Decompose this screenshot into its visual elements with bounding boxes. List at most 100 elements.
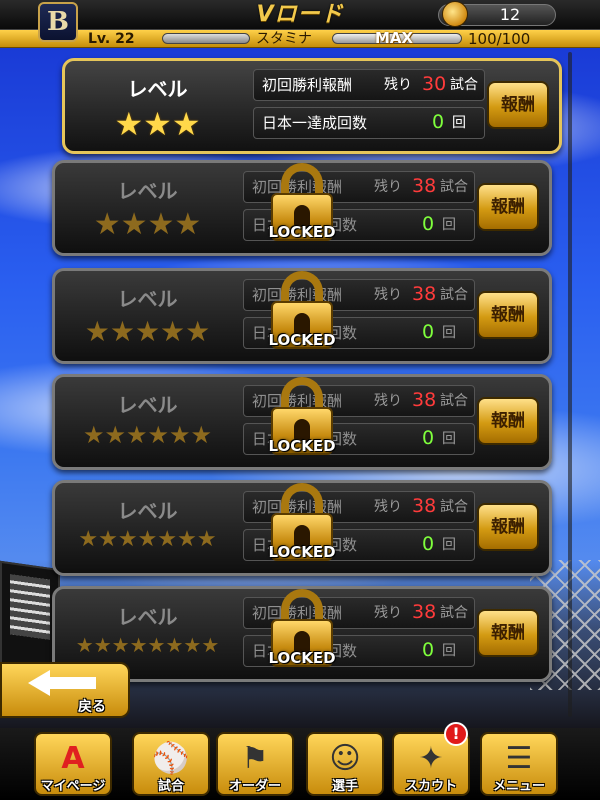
star-icon: ★ [147,633,166,657]
star-icon: ★ [120,207,148,242]
count-unit: 回 [442,431,456,447]
star-rating: ★★★ [65,105,250,143]
star-icon: ★ [125,421,148,449]
star-icon: ★ [93,633,112,657]
locked-label: LOCKED [268,223,336,241]
stamina-max-label: MAX [375,29,414,47]
padlock-icon: LOCKED [267,589,337,685]
star-icon: ★ [165,633,184,657]
padlock-icon: LOCKED [267,483,337,579]
star-icon: ★ [196,527,217,552]
games-unit: 試合 [450,77,478,93]
star-icon: ★ [137,527,158,552]
nav-item[interactable]: ⚑ オーダー [216,732,294,796]
remaining-label: 残り [384,77,412,93]
count-unit: 回 [442,537,456,553]
locked-label: LOCKED [268,331,336,349]
games-unit: 試合 [440,499,468,515]
stamina-value: 100/100 [468,30,531,48]
player-level: Lv. 22 [88,31,135,47]
star-icon: ★ [84,315,110,348]
level-label: レベル [117,393,178,417]
remaining-games: 38 [412,283,437,305]
nav-item[interactable]: ⚾ 試合 [132,732,210,796]
nav-label: マイページ [40,779,106,794]
nav-label: オーダー [228,779,281,794]
games-unit: 試合 [440,605,468,621]
star-icon: ★ [111,633,130,657]
level-label: レベル [127,77,188,101]
count-unit: 回 [442,217,456,233]
star-icon: ★ [114,105,144,143]
star-icon: ★ [190,421,213,449]
star-icon: ★ [129,633,148,657]
stamina-label: スタミナ [256,31,312,47]
nav-label: スカウト [404,779,457,794]
star-rating: ★★★★★★★ [55,527,240,552]
nav-item[interactable]: A マイページ [34,732,112,796]
reward-button[interactable]: 報酬 [477,503,539,551]
remaining-games: 38 [412,495,437,517]
star-icon: ★ [183,633,202,657]
star-icon: ★ [109,315,135,348]
star-rating: ★★★★★★★★ [55,633,240,657]
star-icon: ★ [147,207,175,242]
reward-button[interactable]: 報酬 [477,291,539,339]
star-icon: ★ [157,527,178,552]
star-icon: ★ [117,527,138,552]
padlock-icon: LOCKED [267,377,337,473]
coin-count: 12 [499,5,521,24]
star-icon: ★ [147,421,170,449]
japan-champ-row: 日本一達成回数 0 回 [253,107,485,139]
first-win-reward-row: 初回勝利報酬 残り 30 試合 [253,69,485,101]
reward-button[interactable]: 報酬 [487,81,549,129]
star-icon: ★ [93,207,121,242]
games-unit: 試合 [440,179,468,195]
star-icon: ★ [174,207,202,242]
level-card[interactable]: レベル ★★★★★★★ 初回勝利報酬 残り 38 試合 日本一達成回数 0 回 … [52,480,552,576]
games-unit: 試合 [440,393,468,409]
remaining-games: 38 [412,601,437,623]
level-label: レベル [117,287,178,311]
count-unit: 回 [442,325,456,341]
star-icon: ★ [169,421,191,449]
scrollbar[interactable] [568,52,572,717]
reward-button[interactable]: 報酬 [477,397,539,445]
games-unit: 試合 [440,287,468,303]
star-icon: ★ [177,527,197,552]
nav-item[interactable]: ☺ 選手 [306,732,384,796]
nav-label: 選手 [331,779,358,794]
card-info: 初回勝利報酬 残り 30 試合 日本一達成回数 0 回 [253,69,485,145]
nav-item[interactable]: ☰ メニュー [480,732,558,796]
level-card[interactable]: レベル ★★★★★★ 初回勝利報酬 残り 38 試合 日本一達成回数 0 回 報… [52,374,552,470]
champ-count: 0 [422,427,435,449]
level-card[interactable]: レベル ★★★ 初回勝利報酬 残り 30 試合 日本一達成回数 0 回 報酬 [62,58,562,154]
star-icon: ★ [201,633,220,657]
star-icon: ★ [134,315,161,348]
nav-label: メニュー [492,779,545,794]
stadium-icon: ⚾ [152,740,190,776]
star-icon: ★ [78,527,99,552]
padlock-icon: LOCKED [267,271,337,367]
reward-button[interactable]: 報酬 [477,183,539,231]
count-unit: 回 [452,115,466,131]
star-rating: ★★★★★★ [55,421,240,449]
lineup-icon: ⚑ [241,740,269,776]
star-icon: ★ [185,315,211,348]
reward-button[interactable]: 報酬 [477,609,539,657]
remaining-label: 残り [374,287,402,303]
level-card[interactable]: レベル ★★★★★ 初回勝利報酬 残り 38 試合 日本一達成回数 0 回 報酬… [52,268,552,364]
star-rating: ★★★★★ [55,315,240,348]
champ-count: 0 [422,213,435,235]
padlock-icon: LOCKED [267,163,337,259]
remaining-games: 38 [412,175,437,197]
champ-count: 0 [432,111,445,133]
locked-label: LOCKED [268,649,336,667]
count-unit: 回 [442,643,456,659]
remaining-label: 残り [374,605,402,621]
level-card[interactable]: レベル ★★★★ 初回勝利報酬 残り 38 試合 日本一達成回数 0 回 報酬 … [52,160,552,256]
stamina-bar-left [162,33,250,44]
japan-champ-label: 日本一達成回数 [262,114,368,132]
remaining-label: 残り [374,499,402,515]
menu-character-icon: ☰ [505,740,533,776]
